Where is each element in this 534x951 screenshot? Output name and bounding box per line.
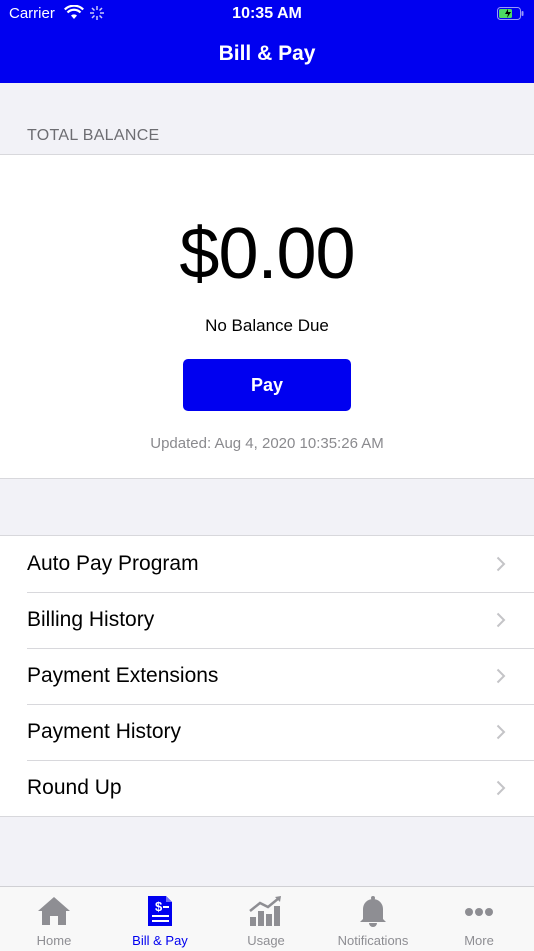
status-time: 10:35 AM	[232, 5, 302, 22]
updated-timestamp: Updated: Aug 4, 2020 10:35:26 AM	[150, 435, 384, 452]
bell-icon	[360, 896, 386, 927]
tab-bar: Home $ Bill & Pay Usage Notifications Mo…	[0, 886, 534, 951]
more-icon	[465, 908, 493, 916]
tab-more[interactable]: More	[426, 887, 532, 951]
chevron-right-icon	[496, 724, 506, 740]
total-balance-label: TOTAL BALANCE	[27, 127, 160, 144]
tab-label: Bill & Pay	[132, 933, 188, 948]
menu-item-auto-pay-program[interactable]: Auto Pay Program	[0, 536, 534, 592]
app-header: Carrier 10:35 AM Bill & Pay	[0, 0, 534, 83]
balance-status: No Balance Due	[205, 316, 329, 335]
menu-item-label: Payment History	[27, 720, 182, 743]
tab-usage[interactable]: Usage	[213, 887, 319, 951]
tab-label: More	[464, 933, 494, 948]
menu-item-billing-history[interactable]: Billing History	[0, 592, 534, 648]
menu-item-payment-history[interactable]: Payment History	[0, 704, 534, 760]
status-bar: Carrier 10:35 AM	[0, 0, 534, 30]
menu-item-label: Auto Pay Program	[27, 552, 199, 575]
menu-item-label: Round Up	[27, 776, 122, 799]
chevron-right-icon	[496, 668, 506, 684]
tab-label: Notifications	[337, 933, 409, 948]
tab-bill-pay[interactable]: $ Bill & Pay	[107, 887, 213, 951]
tab-notifications[interactable]: Notifications	[320, 887, 426, 951]
tab-home[interactable]: Home	[1, 887, 107, 951]
battery-icon	[497, 7, 524, 20]
chart-icon	[249, 896, 281, 926]
tab-label: Usage	[247, 933, 285, 948]
svg-text:$: $	[155, 899, 163, 914]
chevron-right-icon	[496, 612, 506, 628]
page-title: Bill & Pay	[218, 42, 316, 65]
bill-icon: $	[148, 896, 172, 926]
chevron-right-icon	[496, 556, 506, 572]
pay-button[interactable]: Pay	[183, 359, 351, 411]
menu-item-payment-extensions[interactable]: Payment Extensions	[0, 648, 534, 704]
tab-label: Home	[36, 933, 72, 948]
balance-card: $0.00 No Balance Due Pay Updated: Aug 4,…	[0, 154, 534, 479]
chevron-right-icon	[496, 780, 506, 796]
home-icon	[38, 897, 70, 925]
balance-amount: $0.00	[179, 214, 355, 294]
menu-item-round-up[interactable]: Round Up	[0, 760, 534, 816]
menu-item-label: Payment Extensions	[27, 664, 219, 687]
menu-item-label: Billing History	[27, 608, 155, 631]
bill-menu-list: Auto Pay Program Billing History Payment…	[0, 535, 534, 817]
